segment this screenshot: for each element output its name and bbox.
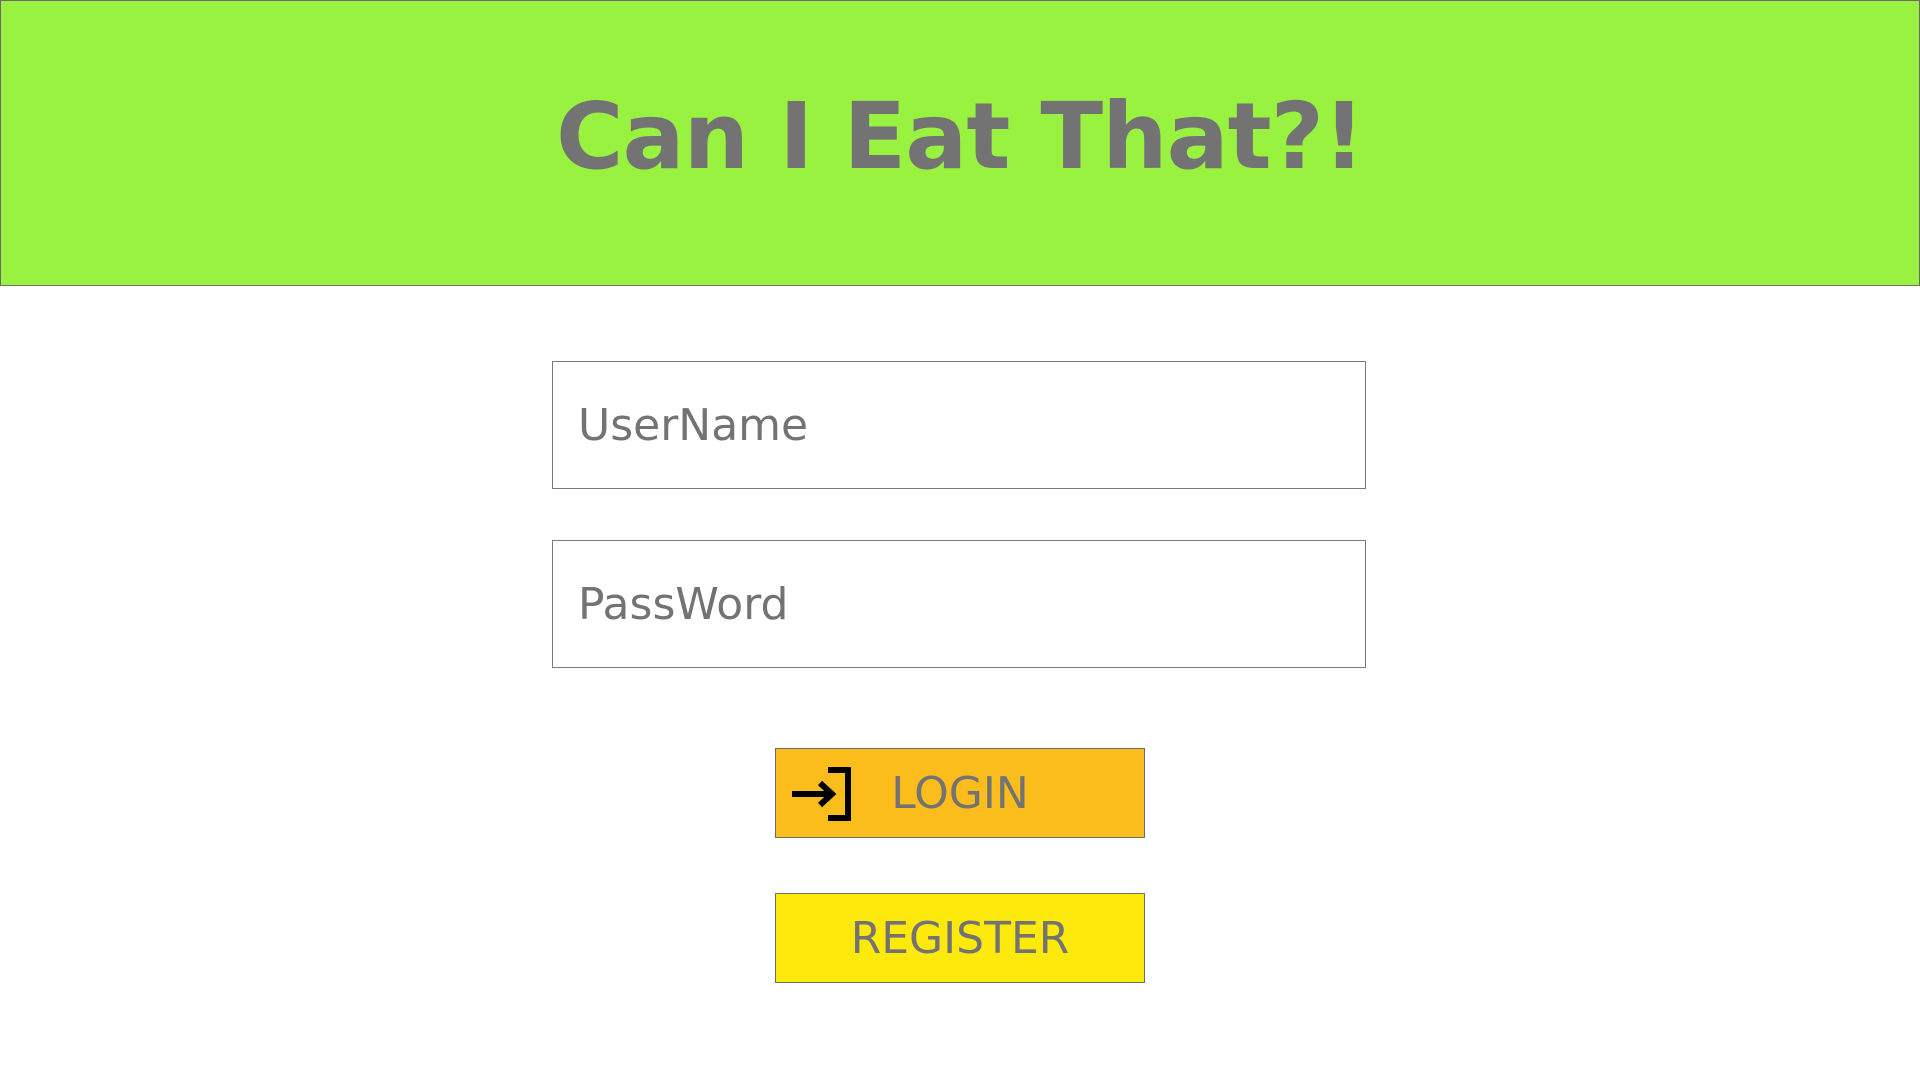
password-input[interactable] (552, 540, 1366, 668)
login-label: LOGIN (891, 767, 1029, 819)
register-button[interactable]: REGISTER (775, 893, 1145, 983)
login-arrow-icon (790, 767, 852, 821)
login-button[interactable]: LOGIN (775, 748, 1145, 838)
app-header: Can I Eat That?! (0, 0, 1920, 286)
register-label: REGISTER (850, 912, 1070, 964)
username-input[interactable] (552, 361, 1366, 489)
app-title: Can I Eat That?! (556, 83, 1365, 190)
